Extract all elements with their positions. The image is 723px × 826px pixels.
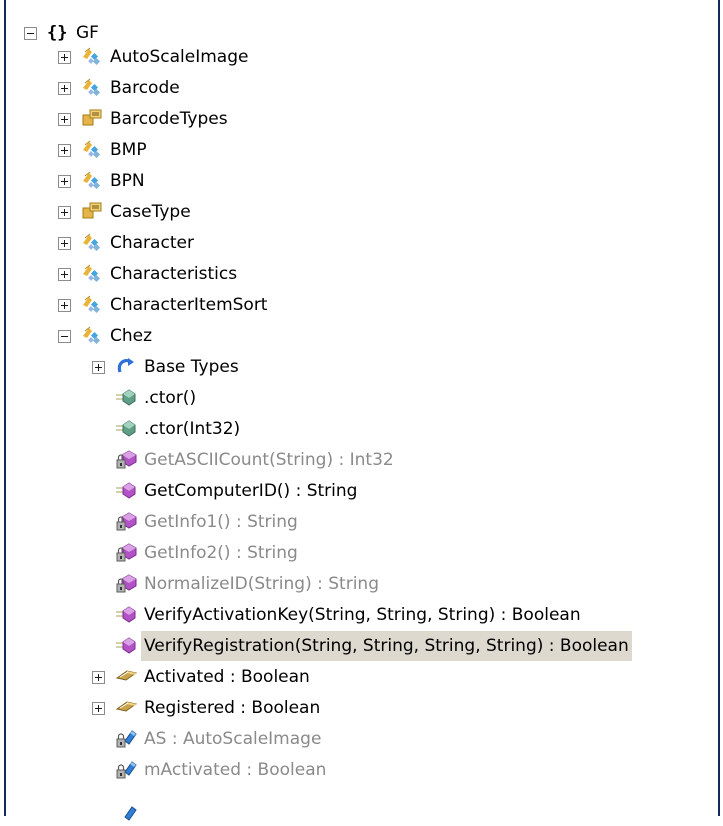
member-node[interactable]: GetInfo1() : String [6,507,718,537]
member-label: .ctor(Int32) [144,419,241,439]
class-icon [83,78,101,97]
expand-toggle-icon[interactable] [58,206,71,219]
class-icon [83,171,101,190]
tree-node-label: BarcodeTypes [110,109,228,129]
public-method-icon [116,482,136,499]
private-field-icon [116,761,137,779]
member-label: GetComputerID() : String [144,481,358,501]
private-method-icon [116,574,137,593]
member-node[interactable]: NormalizeID(String) : String [6,569,718,599]
private-field-icon [116,730,137,748]
expand-toggle-icon[interactable] [58,82,71,95]
collapse-toggle-icon[interactable] [24,27,37,40]
class-icon [83,47,101,66]
member-node[interactable]: .ctor(Int32) [6,414,718,444]
collapse-toggle-icon[interactable] [58,330,71,343]
member-node[interactable]: Registered : Boolean [6,693,718,723]
tree-node[interactable]: Character [6,228,718,258]
expand-toggle-icon[interactable] [58,268,71,281]
public-constructor-icon [116,389,136,406]
expand-toggle-icon[interactable] [92,671,105,684]
assembly-browser-tree: {} GF AutoScaleImage Barcode BarcodeType… [4,0,720,821]
expand-toggle-icon[interactable] [58,175,71,188]
member-label: VerifyActivationKey(String, String, Stri… [144,605,581,625]
partial-field-icon [124,806,137,821]
tree-node-label: CharacterItemSort [110,295,268,315]
property-icon [115,701,137,712]
public-method-icon [116,606,136,623]
tree-node[interactable]: Characteristics [6,259,718,289]
member-node[interactable]: AS : AutoScaleImage [6,724,718,754]
tree-node[interactable]: CaseType [6,197,718,227]
member-label: GetASCIICount(String) : Int32 [144,450,394,470]
tree-node[interactable]: BarcodeTypes [6,104,718,134]
tree-node-label: BPN [110,171,145,191]
member-node[interactable]: GetComputerID() : String [6,476,718,506]
member-node[interactable]: Activated : Boolean [6,662,718,692]
member-node[interactable]: mActivated : Boolean [6,755,718,785]
class-icon [83,326,101,345]
property-icon [115,670,137,681]
member-label: GetInfo1() : String [144,512,298,532]
enum-icon [82,202,102,219]
member-label: mActivated : Boolean [144,760,327,780]
member-label: NormalizeID(String) : String [144,574,379,594]
class-icon [83,140,101,159]
expand-toggle-icon[interactable] [92,361,105,374]
base-types-icon [117,358,134,373]
enum-icon [82,109,102,126]
tree-node-base-types[interactable]: Base Types [6,352,718,382]
tree-node[interactable]: BPN [6,166,718,196]
public-constructor-icon [116,420,136,437]
expand-toggle-icon[interactable] [58,51,71,64]
member-label: .ctor() [144,388,197,408]
tree-node-label: BMP [110,140,147,160]
member-node-selected[interactable]: VerifyRegistration(String, String, Strin… [6,631,718,661]
member-label: Activated : Boolean [144,667,310,687]
class-icon [83,233,101,252]
member-node[interactable]: .ctor() [6,383,718,413]
tree-node[interactable]: Barcode [6,73,718,103]
tree-node[interactable]: AutoScaleImage [6,42,718,72]
member-label: AS : AutoScaleImage [144,729,322,749]
tree-node[interactable]: CharacterItemSort [6,290,718,320]
tree-node-label: AutoScaleImage [110,47,249,67]
private-method-icon [116,450,137,469]
tree-node-label: Base Types [144,357,239,377]
expand-toggle-icon[interactable] [58,144,71,157]
tree-node-label: Character [110,233,194,253]
private-method-icon [116,543,137,562]
expand-toggle-icon[interactable] [58,237,71,250]
tree-node-label: Characteristics [110,264,238,284]
expand-toggle-icon[interactable] [58,299,71,312]
member-node[interactable]: VerifyActivationKey(String, String, Stri… [6,600,718,630]
tree-node-label: CaseType [110,202,191,222]
expand-toggle-icon[interactable] [92,702,105,715]
member-label: Registered : Boolean [144,698,321,718]
private-method-icon [116,512,137,531]
member-node[interactable]: GetASCIICount(String) : Int32 [6,445,718,475]
class-icon [83,264,101,283]
tree-node-label: Barcode [110,78,180,98]
tree-node-chez[interactable]: Chez [6,321,718,351]
tree-node[interactable]: BMP [6,135,718,165]
public-method-icon [116,637,136,654]
expand-toggle-icon[interactable] [58,113,71,126]
tree-node-label: Chez [110,326,153,346]
member-label: VerifyRegistration(String, String, Strin… [141,631,632,661]
member-node[interactable]: GetInfo2() : String [6,538,718,568]
member-label: GetInfo2() : String [144,543,298,563]
class-icon [83,295,101,314]
